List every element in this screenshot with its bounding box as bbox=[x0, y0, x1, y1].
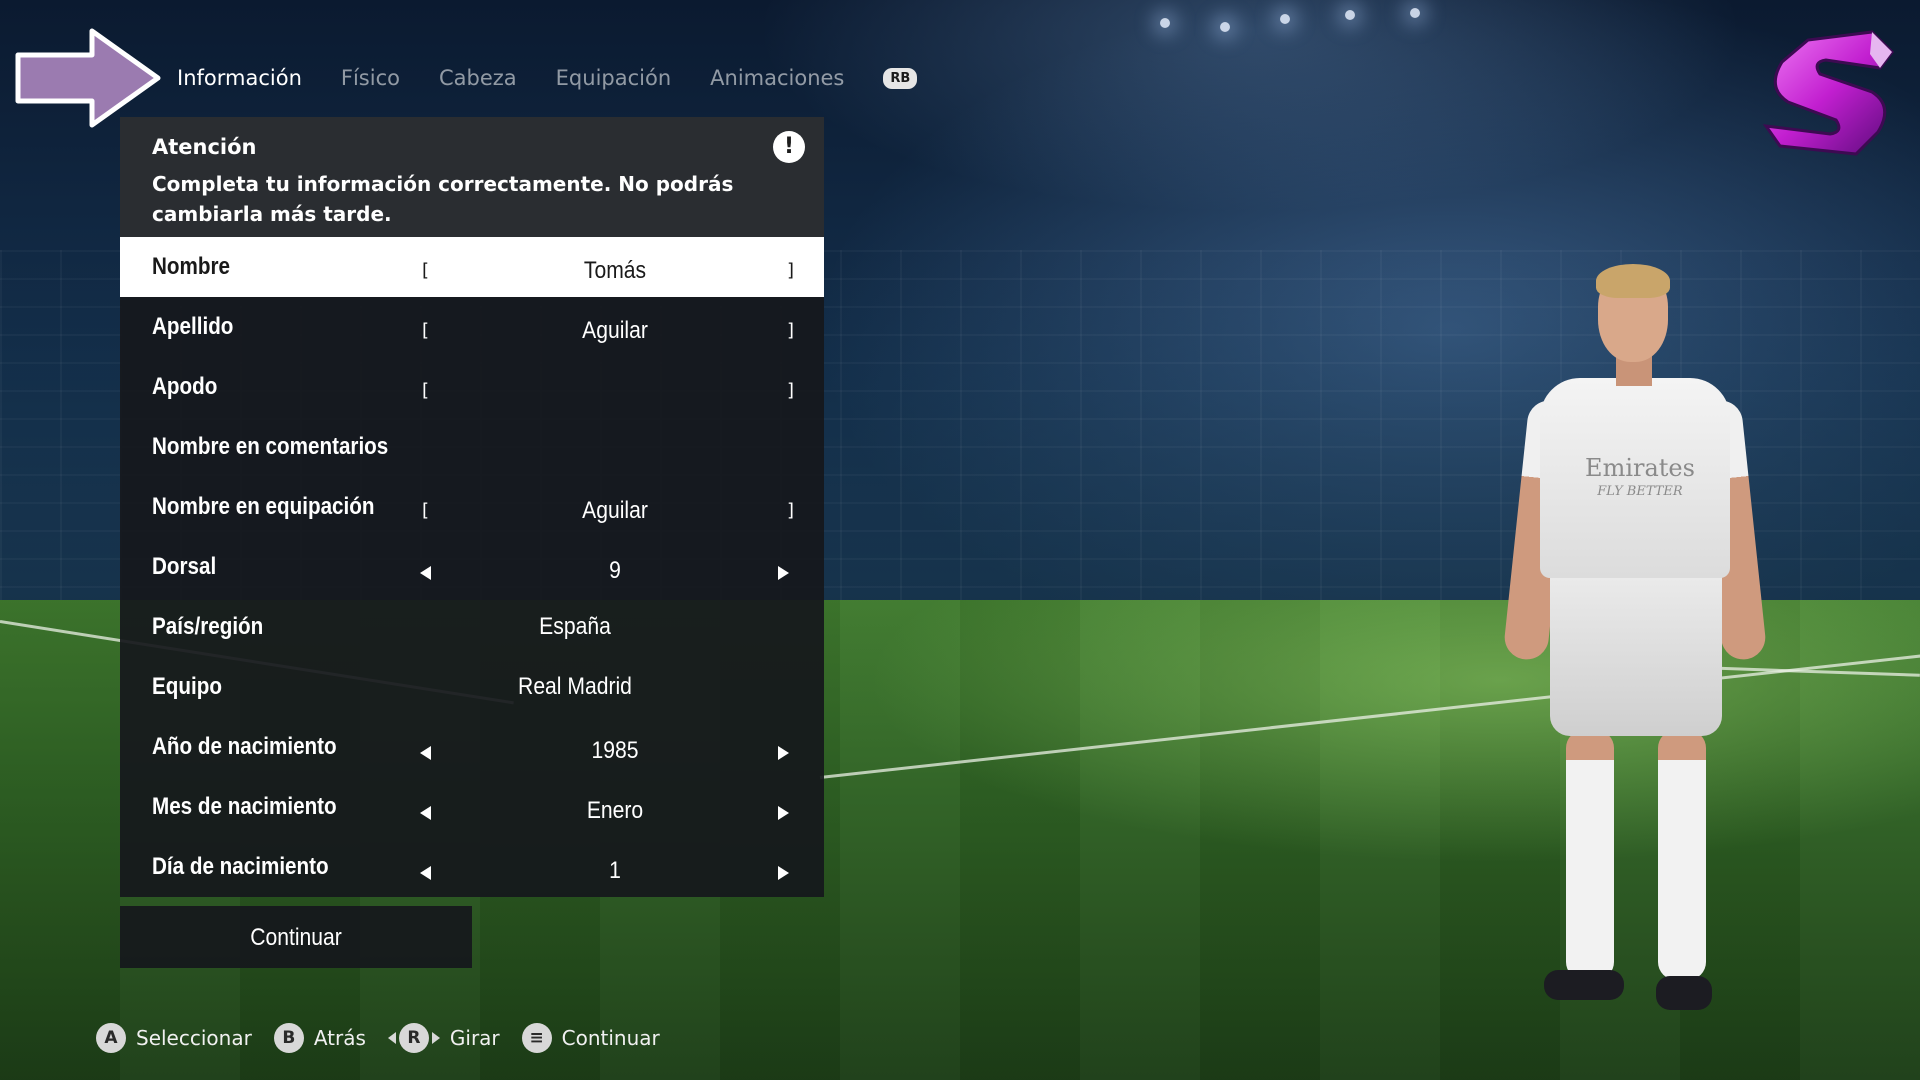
floodlight bbox=[1280, 14, 1290, 24]
row-nombre-equipacion[interactable]: Nombre en equipación [ Aguilar ] bbox=[120, 477, 824, 537]
row-label: Nombre en comentarios bbox=[152, 433, 389, 460]
row-pais[interactable]: País/región España bbox=[120, 597, 824, 657]
dia-value: 1 bbox=[609, 857, 621, 884]
warning-title: Atención bbox=[152, 135, 257, 159]
r-stick-button-icon: R bbox=[398, 1023, 429, 1053]
warning-banner: Atención Completa tu información correct… bbox=[120, 117, 824, 237]
tab-equipacion[interactable]: Equipación bbox=[556, 66, 671, 90]
bracket-open: [ bbox=[422, 380, 430, 401]
stick-right-arrow-icon bbox=[431, 1032, 440, 1044]
button-hints: A Seleccionar B Atrás R Girar ≡ Continua… bbox=[96, 1022, 682, 1054]
arrow-right-icon[interactable] bbox=[778, 746, 789, 760]
floodlight bbox=[1160, 18, 1170, 28]
arrow-left-icon[interactable] bbox=[420, 866, 431, 880]
anio-value: 1985 bbox=[591, 737, 639, 764]
row-label: Nombre en equipación bbox=[152, 493, 375, 520]
apellido-value[interactable]: Aguilar bbox=[452, 301, 778, 361]
floodlight bbox=[1220, 22, 1230, 32]
tab-animaciones[interactable]: Animaciones bbox=[710, 66, 844, 90]
rb-button-icon[interactable]: RB bbox=[883, 67, 918, 89]
player-hair bbox=[1596, 264, 1670, 298]
nombre-value[interactable]: Tomás bbox=[452, 241, 778, 301]
hint-label: Girar bbox=[449, 1026, 500, 1050]
hint-back[interactable]: B Atrás bbox=[273, 1023, 366, 1053]
bracket-close: ] bbox=[787, 260, 795, 281]
equipacion-value[interactable]: Aguilar bbox=[452, 481, 778, 541]
game-logo-icon bbox=[1762, 30, 1894, 156]
row-nombre[interactable]: Nombre [ Tomás ] bbox=[120, 237, 824, 297]
row-dia-nacimiento[interactable]: Día de nacimiento 1 bbox=[120, 837, 824, 897]
tab-informacion[interactable]: Información bbox=[177, 66, 302, 90]
hint-label: Atrás bbox=[313, 1026, 366, 1050]
pais-value: España bbox=[539, 613, 611, 640]
player-leg bbox=[1566, 730, 1614, 980]
mes-value: Enero bbox=[586, 797, 644, 824]
row-anio-nacimiento[interactable]: Año de nacimiento 1985 bbox=[120, 717, 824, 777]
b-button-icon: B bbox=[273, 1023, 304, 1053]
floodlight bbox=[1410, 8, 1420, 18]
row-label: Día de nacimiento bbox=[152, 853, 329, 880]
back-arrow-icon[interactable] bbox=[10, 25, 164, 131]
player-leg bbox=[1658, 730, 1706, 980]
tab-cabeza[interactable]: Cabeza bbox=[439, 66, 517, 90]
arrow-left-icon[interactable] bbox=[420, 806, 431, 820]
player-boot bbox=[1544, 970, 1624, 1000]
floodlight bbox=[1345, 10, 1355, 20]
arrow-right-icon[interactable] bbox=[778, 566, 789, 580]
row-label: Dorsal bbox=[152, 553, 217, 580]
dorsal-value: 9 bbox=[609, 557, 621, 584]
row-mes-nacimiento[interactable]: Mes de nacimiento Enero bbox=[120, 777, 824, 837]
bracket-close: ] bbox=[787, 500, 795, 521]
row-apodo[interactable]: Apodo [ ] bbox=[120, 357, 824, 417]
arrow-left-icon[interactable] bbox=[420, 566, 431, 580]
bracket-open: [ bbox=[422, 260, 430, 281]
row-nombre-comentarios[interactable]: Nombre en comentarios bbox=[120, 417, 824, 477]
bracket-open: [ bbox=[422, 320, 430, 341]
bracket-close: ] bbox=[787, 320, 795, 341]
arrow-right-icon[interactable] bbox=[778, 806, 789, 820]
row-label: País/región bbox=[152, 613, 264, 640]
tab-bar: Información Físico Cabeza Equipación Ani… bbox=[177, 66, 918, 90]
row-apellido[interactable]: Apellido [ Aguilar ] bbox=[120, 297, 824, 357]
shirt-tagline: FLY BETTER bbox=[1597, 484, 1683, 499]
equipo-value: Real Madrid bbox=[518, 673, 632, 700]
player-info-panel: Atención Completa tu información correct… bbox=[120, 117, 824, 897]
hint-rotate[interactable]: R Girar bbox=[387, 1023, 500, 1053]
stick-left-arrow-icon bbox=[387, 1032, 396, 1044]
player-model[interactable]: Emirates FLY BETTER bbox=[1500, 264, 1768, 1010]
warning-icon: ! bbox=[773, 131, 805, 163]
hint-label: Seleccionar bbox=[136, 1026, 252, 1050]
bracket-open: [ bbox=[422, 500, 430, 521]
row-label: Nombre bbox=[152, 253, 230, 280]
hint-select[interactable]: A Seleccionar bbox=[96, 1023, 252, 1053]
arrow-left-icon[interactable] bbox=[420, 746, 431, 760]
right-stick-icon: R bbox=[387, 1023, 440, 1053]
player-boot bbox=[1656, 976, 1712, 1010]
row-label: Apodo bbox=[152, 373, 218, 400]
shirt-sponsor: Emirates bbox=[1585, 454, 1695, 482]
a-button-icon: A bbox=[96, 1023, 126, 1053]
hint-continue[interactable]: ≡ Continuar bbox=[521, 1023, 660, 1053]
arrow-right-icon[interactable] bbox=[778, 866, 789, 880]
continue-button-label: Continuar bbox=[250, 924, 342, 951]
hint-label: Continuar bbox=[561, 1026, 660, 1050]
row-equipo[interactable]: Equipo Real Madrid bbox=[120, 657, 824, 717]
bracket-close: ] bbox=[787, 380, 795, 401]
menu-button-icon: ≡ bbox=[521, 1023, 552, 1053]
row-label: Apellido bbox=[152, 313, 234, 340]
row-label: Año de nacimiento bbox=[152, 733, 337, 760]
row-label: Equipo bbox=[152, 673, 222, 700]
row-dorsal[interactable]: Dorsal 9 bbox=[120, 537, 824, 597]
warning-text: Completa tu información correctamente. N… bbox=[152, 172, 734, 226]
row-label: Mes de nacimiento bbox=[152, 793, 337, 820]
continue-button[interactable]: Continuar bbox=[120, 906, 472, 968]
player-shorts bbox=[1550, 566, 1722, 736]
tab-fisico[interactable]: Físico bbox=[341, 66, 400, 90]
